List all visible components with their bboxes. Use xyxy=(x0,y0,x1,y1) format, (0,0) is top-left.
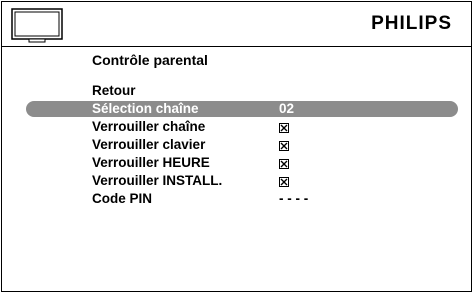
menu-item-label: Verrouiller INSTALL. xyxy=(92,173,223,188)
menu-item-verrouiller-install[interactable]: Verrouiller INSTALL. xyxy=(0,172,475,190)
checkbox[interactable] xyxy=(279,154,289,172)
checked-box-icon xyxy=(279,177,289,187)
header: PHILIPS xyxy=(1,1,472,47)
checked-box-icon xyxy=(279,159,289,169)
checkbox[interactable] xyxy=(279,136,289,154)
checked-box-icon xyxy=(279,141,289,151)
tv-icon xyxy=(11,8,63,43)
menu-item-label: Verrouiller clavier xyxy=(92,137,206,152)
menu-item-verrouiller-chaine[interactable]: Verrouiller chaîne xyxy=(0,118,475,136)
channel-value: 02 xyxy=(279,101,295,116)
menu-item-label: Sélection chaîne xyxy=(92,101,199,116)
pin-value: - - - - xyxy=(279,191,309,206)
selection-highlight xyxy=(26,101,458,117)
menu-item-label: Code PIN xyxy=(92,191,153,206)
menu-item-verrouiller-clavier[interactable]: Verrouiller clavier xyxy=(0,136,475,154)
menu-item-verrouiller-heure[interactable]: Verrouiller HEURE xyxy=(0,154,475,172)
checkbox[interactable] xyxy=(279,118,289,136)
checked-box-icon xyxy=(279,123,289,133)
brand-logo: PHILIPS xyxy=(371,13,452,34)
checkbox[interactable] xyxy=(279,172,289,190)
menu-item-label: Retour xyxy=(92,83,136,98)
menu-item-code-pin[interactable]: Code PIN - - - - xyxy=(0,190,475,208)
menu-item-label: Verrouiller chaîne xyxy=(92,119,206,134)
menu-item-label: Verrouiller HEURE xyxy=(92,155,210,170)
menu-list: Retour Sélection chaîne 02 Verrouiller c… xyxy=(0,82,475,208)
page-title: Contrôle parental xyxy=(92,52,208,68)
menu-item-retour[interactable]: Retour xyxy=(0,82,475,100)
menu-item-selection-chaine[interactable]: Sélection chaîne 02 xyxy=(0,100,475,118)
